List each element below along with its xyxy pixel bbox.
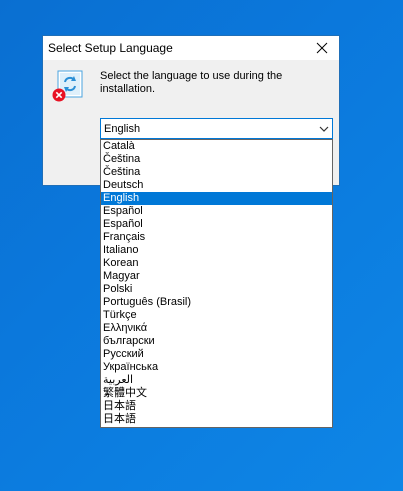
language-option[interactable]: Català: [101, 140, 332, 153]
language-option[interactable]: Español: [101, 218, 332, 231]
language-option[interactable]: العربية: [101, 374, 332, 387]
title-bar[interactable]: Select Setup Language: [43, 36, 339, 60]
language-option[interactable]: Русский: [101, 348, 332, 361]
setup-refresh-icon: [52, 70, 84, 102]
error-badge-icon: [52, 88, 66, 102]
language-option[interactable]: български: [101, 335, 332, 348]
language-option[interactable]: Português (Brasil): [101, 296, 332, 309]
instruction-text: Select the language to use during the in…: [100, 70, 283, 95]
language-option[interactable]: Español: [101, 205, 332, 218]
dialog-title: Select Setup Language: [48, 41, 173, 55]
language-dropdown-list[interactable]: Català Čeština Čeština Deutsch English E…: [100, 139, 333, 428]
language-option[interactable]: 日本語: [101, 413, 332, 426]
close-icon: [316, 42, 328, 54]
language-option[interactable]: Français: [101, 231, 332, 244]
language-select[interactable]: English: [100, 118, 333, 139]
language-option-selected[interactable]: English: [101, 192, 332, 205]
language-option[interactable]: Polski: [101, 283, 332, 296]
language-option[interactable]: Українська: [101, 361, 332, 374]
language-option[interactable]: Italiano: [101, 244, 332, 257]
language-option[interactable]: Korean: [101, 257, 332, 270]
language-option[interactable]: 日本語: [101, 400, 332, 413]
language-option[interactable]: 繁體中文: [101, 387, 332, 400]
language-option[interactable]: Čeština: [101, 153, 332, 166]
language-option[interactable]: Čeština: [101, 166, 332, 179]
close-button[interactable]: [305, 36, 339, 60]
chevron-down-icon[interactable]: [319, 124, 329, 134]
language-option[interactable]: Türkçe: [101, 309, 332, 322]
language-select-value: English: [104, 123, 141, 135]
language-option[interactable]: Ελληνικά: [101, 322, 332, 335]
language-option[interactable]: Deutsch: [101, 179, 332, 192]
language-option[interactable]: Magyar: [101, 270, 332, 283]
